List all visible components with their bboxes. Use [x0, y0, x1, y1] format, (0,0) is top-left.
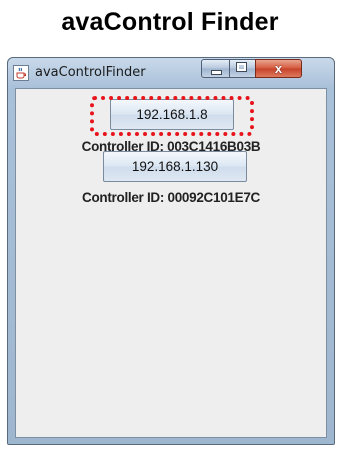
minimize-icon — [211, 70, 222, 75]
document-title: avaControl Finder — [61, 8, 279, 36]
close-icon: x — [274, 61, 283, 76]
client-area: 192.168.1.8 Controller ID: 003C1416B03B … — [15, 88, 327, 438]
controller-id-label-2: Controller ID: 00092C101E7C — [82, 190, 260, 205]
maximize-button[interactable] — [229, 59, 256, 78]
close-button[interactable]: x — [255, 59, 302, 78]
controller-ip-button-2[interactable]: 192.168.1.130 — [103, 151, 247, 182]
title-bar[interactable]: avaControlFinder x — [8, 58, 334, 88]
window-title: avaControlFinder — [35, 65, 146, 80]
minimize-button[interactable] — [201, 59, 230, 78]
highlight-annotation — [90, 96, 254, 136]
maximize-icon — [236, 62, 247, 72]
java-cup-icon[interactable] — [13, 65, 29, 81]
